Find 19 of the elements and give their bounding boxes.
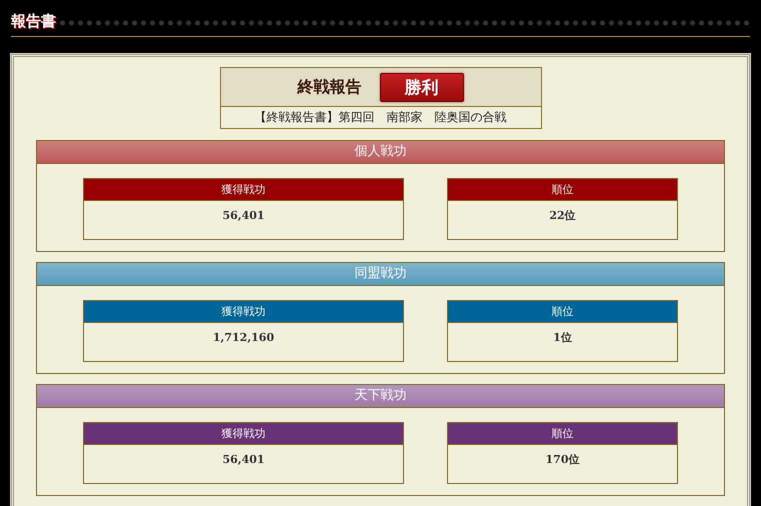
stat-value: 56,401 [222,209,265,222]
table-header: 順位 [448,301,677,323]
result-badge: 勝利 [380,72,464,102]
table-header: 獲得戦功 [84,179,403,201]
table-header: 獲得戦功 [84,301,403,323]
report-subtitle: 【終戦報告書】第四回 南部家 陸奥国の合戦 [254,109,508,126]
section-header: 天下戦功 [37,385,724,408]
stat-value: 1位 [553,331,572,344]
page-title: 報告書 [11,12,56,30]
report-heading: 終戦報告 [298,76,362,98]
stat-value: 170位 [546,453,580,466]
stat-value: 22位 [549,209,576,222]
stat-value: 56,401 [222,453,265,466]
section-header: 同盟戦功 [37,263,724,286]
section-header: 個人戦功 [37,141,724,164]
table-header: 獲得戦功 [84,423,403,445]
table-header: 順位 [448,423,677,445]
table-header: 順位 [448,179,677,201]
stat-value: 1,712,160 [212,331,274,344]
